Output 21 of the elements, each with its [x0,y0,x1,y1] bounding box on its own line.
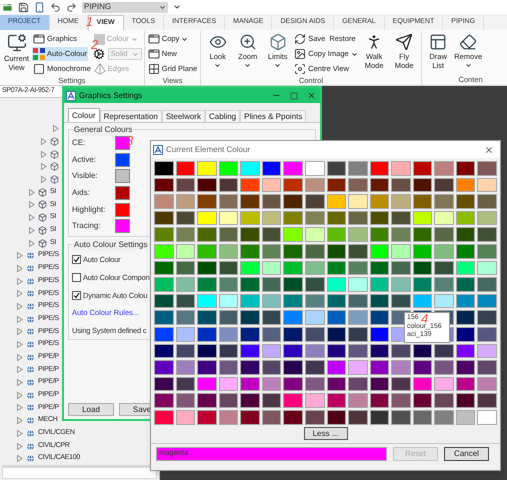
dialog-button[interactable]: Cancel [444,446,489,460]
dialog-tab[interactable]: Plines & Ppoints [240,110,306,122]
annotation-number: 4 [421,312,428,325]
window-title: Current Element Colour [166,144,250,156]
colour-label: Visible: [72,170,99,182]
annotation-number: 3 [126,134,134,147]
colour-label: Tracing: [72,220,102,232]
colour-label: Highlight: [72,204,106,216]
group-title: General Colours [73,124,134,136]
dialog-tab[interactable]: Cabling [204,110,240,122]
less-button[interactable]: Less ... [304,426,348,440]
dialog-tab[interactable]: Colour [68,108,100,122]
colour-label: Active: [72,154,98,166]
workspace-dropdown[interactable]: PIPING [82,2,168,12]
dialog-button[interactable]: Load [68,403,114,416]
colour-label: Aids: [72,187,91,200]
dialog-tab[interactable]: Representation [100,110,162,122]
annotation-number: 1 [86,15,94,28]
dialog-tab[interactable]: Steelwork [162,110,205,122]
group-title: Auto Colour Settings [73,239,148,252]
colour-label: CE: [72,137,86,149]
